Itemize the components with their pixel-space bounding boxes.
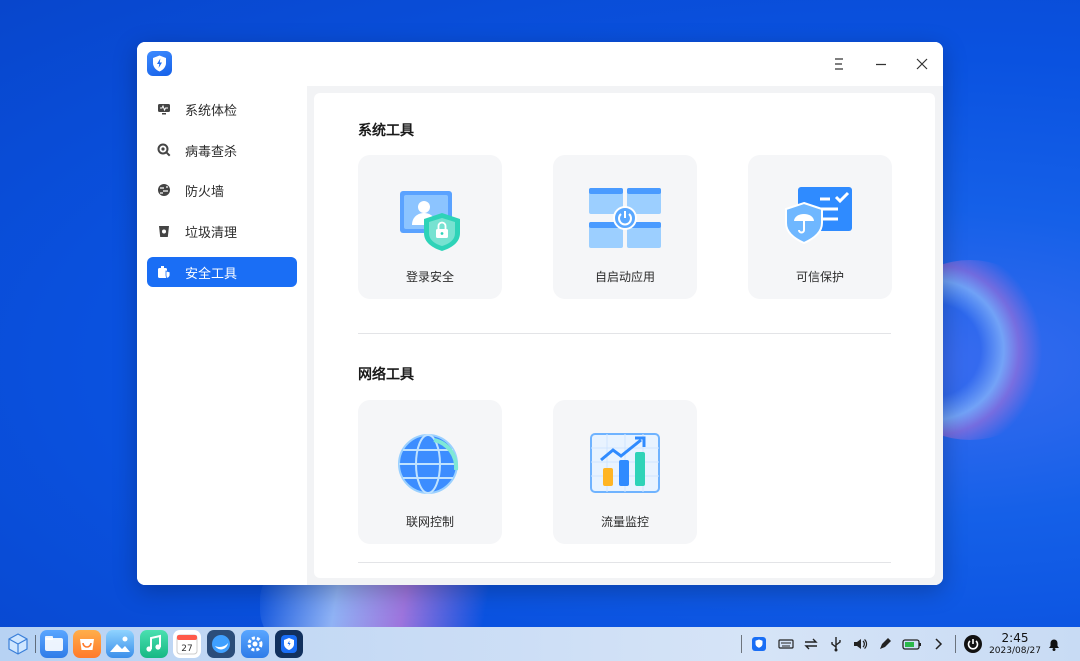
tray-security-shield-icon[interactable] bbox=[751, 636, 767, 652]
tools-content: 系统工具 登录安全 自启动应用 可信保护 网络工具 联网控制 流量监控 bbox=[314, 93, 935, 578]
pen-icon[interactable] bbox=[877, 636, 893, 652]
tool-card-label: 登录安全 bbox=[405, 270, 454, 284]
file-manager-icon[interactable] bbox=[40, 630, 68, 658]
usb-icon[interactable] bbox=[828, 636, 844, 652]
image-viewer-icon[interactable] bbox=[106, 630, 134, 658]
launcher-cube-icon[interactable] bbox=[4, 630, 32, 658]
browser-icon[interactable] bbox=[207, 630, 235, 658]
titlebar bbox=[137, 42, 943, 86]
minimize-icon[interactable] bbox=[869, 52, 893, 76]
tool-card-label: 自启动应用 bbox=[594, 270, 655, 284]
app-logo-shield-icon bbox=[147, 51, 172, 76]
section-divider bbox=[358, 333, 891, 334]
network-control-icon bbox=[398, 434, 459, 494]
battery-icon[interactable] bbox=[902, 636, 922, 652]
login-security-icon bbox=[400, 191, 460, 251]
section-title-network-tools: 网络工具 bbox=[358, 367, 414, 383]
tool-card-label: 联网控制 bbox=[405, 515, 454, 529]
security-center-taskbar-icon[interactable] bbox=[275, 630, 303, 658]
tool-card-traffic-monitor[interactable]: 流量监控 bbox=[553, 400, 697, 544]
main-panel: 系统工具 登录安全 自启动应用 可信保护 网络工具 联网控制 流量监控 bbox=[307, 86, 943, 585]
chevron-right-icon[interactable] bbox=[930, 636, 946, 652]
clock-time[interactable]: 2:45 bbox=[995, 631, 1035, 645]
sidebar-item-label: 安全工具 bbox=[185, 266, 238, 282]
calendar-icon[interactable]: 27 bbox=[173, 630, 201, 658]
taskbar-separator bbox=[741, 635, 742, 653]
music-player-icon[interactable] bbox=[140, 630, 168, 658]
sidebar-item-label: 防火墙 bbox=[185, 184, 225, 200]
monitor-icon bbox=[158, 104, 170, 115]
power-icon[interactable] bbox=[963, 634, 983, 654]
close-icon[interactable] bbox=[910, 52, 934, 76]
tool-card-autostart-apps[interactable]: 自启动应用 bbox=[553, 155, 697, 299]
settings-gear-icon[interactable] bbox=[241, 630, 269, 658]
calendar-day: 27 bbox=[181, 644, 192, 654]
keyboard-icon[interactable] bbox=[778, 636, 794, 652]
sidebar-item-label: 病毒查杀 bbox=[185, 144, 238, 160]
notification-bell-icon[interactable] bbox=[1046, 636, 1062, 652]
tool-card-login-security[interactable]: 登录安全 bbox=[358, 155, 502, 299]
sidebar-item-label: 垃圾清理 bbox=[185, 225, 238, 241]
taskbar-separator bbox=[955, 635, 956, 653]
trash-icon bbox=[159, 226, 169, 237]
firewall-icon bbox=[158, 184, 170, 196]
tool-card-trusted-protection[interactable]: 可信保护 bbox=[748, 155, 892, 299]
sidebar: 系统体检 病毒查杀 防火墙 垃圾清理 安全工具 bbox=[137, 86, 307, 585]
app-store-icon[interactable] bbox=[73, 630, 101, 658]
trusted-protection-icon bbox=[785, 187, 852, 245]
sidebar-item-virus-scan[interactable]: 病毒查杀 bbox=[147, 135, 297, 165]
network-transfer-icon[interactable] bbox=[803, 636, 819, 652]
tool-card-label: 可信保护 bbox=[795, 270, 844, 284]
menu-icon[interactable] bbox=[827, 52, 851, 76]
taskbar: 27 2:45 2023/08/27 bbox=[0, 627, 1080, 661]
sidebar-item-firewall[interactable]: 防火墙 bbox=[147, 175, 297, 205]
section-divider-bottom bbox=[358, 562, 891, 563]
sidebar-item-junk-clean[interactable]: 垃圾清理 bbox=[147, 216, 297, 246]
sidebar-item-system-check[interactable]: 系统体检 bbox=[147, 94, 297, 124]
tool-card-network-control[interactable]: 联网控制 bbox=[358, 400, 502, 544]
clock-date[interactable]: 2023/08/27 bbox=[988, 646, 1042, 656]
sidebar-item-security-tools[interactable]: 安全工具 bbox=[147, 257, 297, 287]
taskbar-separator bbox=[35, 635, 36, 653]
traffic-monitor-icon bbox=[590, 433, 660, 493]
toolbox-icon bbox=[158, 266, 171, 279]
tool-card-label: 流量监控 bbox=[600, 515, 649, 529]
section-title-system-tools: 系统工具 bbox=[358, 123, 414, 139]
sidebar-item-label: 系统体检 bbox=[185, 103, 238, 119]
autostart-apps-icon bbox=[589, 188, 661, 248]
virus-scan-icon bbox=[157, 143, 171, 157]
volume-icon[interactable] bbox=[852, 636, 868, 652]
security-center-window: 系统体检 病毒查杀 防火墙 垃圾清理 安全工具 系统工具 登录安全 自启动应用 … bbox=[137, 42, 943, 585]
